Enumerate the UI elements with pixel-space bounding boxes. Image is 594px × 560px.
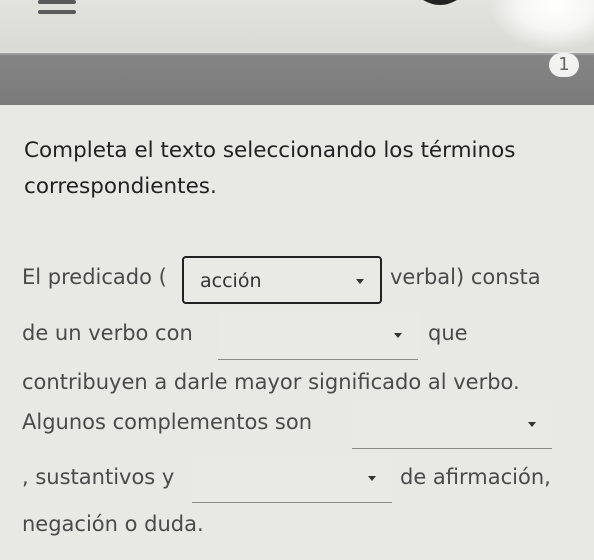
- dropdown-1[interactable]: acción: [182, 256, 382, 304]
- text-line-3: contribuyen a darle mayor significado al…: [22, 370, 520, 394]
- dropdown-1-value: acción: [200, 270, 262, 292]
- instruction-text: Completa el texto seleccionando los térm…: [24, 138, 516, 199]
- dropdown-4[interactable]: [192, 455, 392, 503]
- text-line-2-pre: de un verbo con: [22, 321, 193, 345]
- screen-glare: [490, 0, 594, 50]
- chevron-down-icon: [368, 476, 376, 481]
- text-line-1-post: verbal) consta: [390, 265, 541, 289]
- text-line-5-pre: , sustantivos y: [22, 465, 175, 489]
- chevron-down-icon: [356, 279, 364, 284]
- text-line-2-post: que: [428, 321, 468, 345]
- progress-bar: [0, 53, 594, 105]
- dropdown-2[interactable]: [218, 312, 418, 360]
- question-number-badge: 1: [549, 53, 579, 77]
- dropdown-3[interactable]: [352, 401, 552, 449]
- top-bar: [0, 0, 594, 52]
- chevron-down-icon: [528, 422, 536, 427]
- chevron-down-icon: [394, 333, 402, 338]
- gear-icon[interactable]: [405, 0, 475, 30]
- text-line-4-pre: Algunos complementos son: [22, 410, 313, 434]
- menu-icon[interactable]: [38, 0, 76, 18]
- text-line-1-pre: El predicado (: [22, 265, 167, 289]
- text-line-5-post: de afirmación,: [400, 465, 551, 489]
- text-line-6: negación o duda.: [22, 512, 204, 536]
